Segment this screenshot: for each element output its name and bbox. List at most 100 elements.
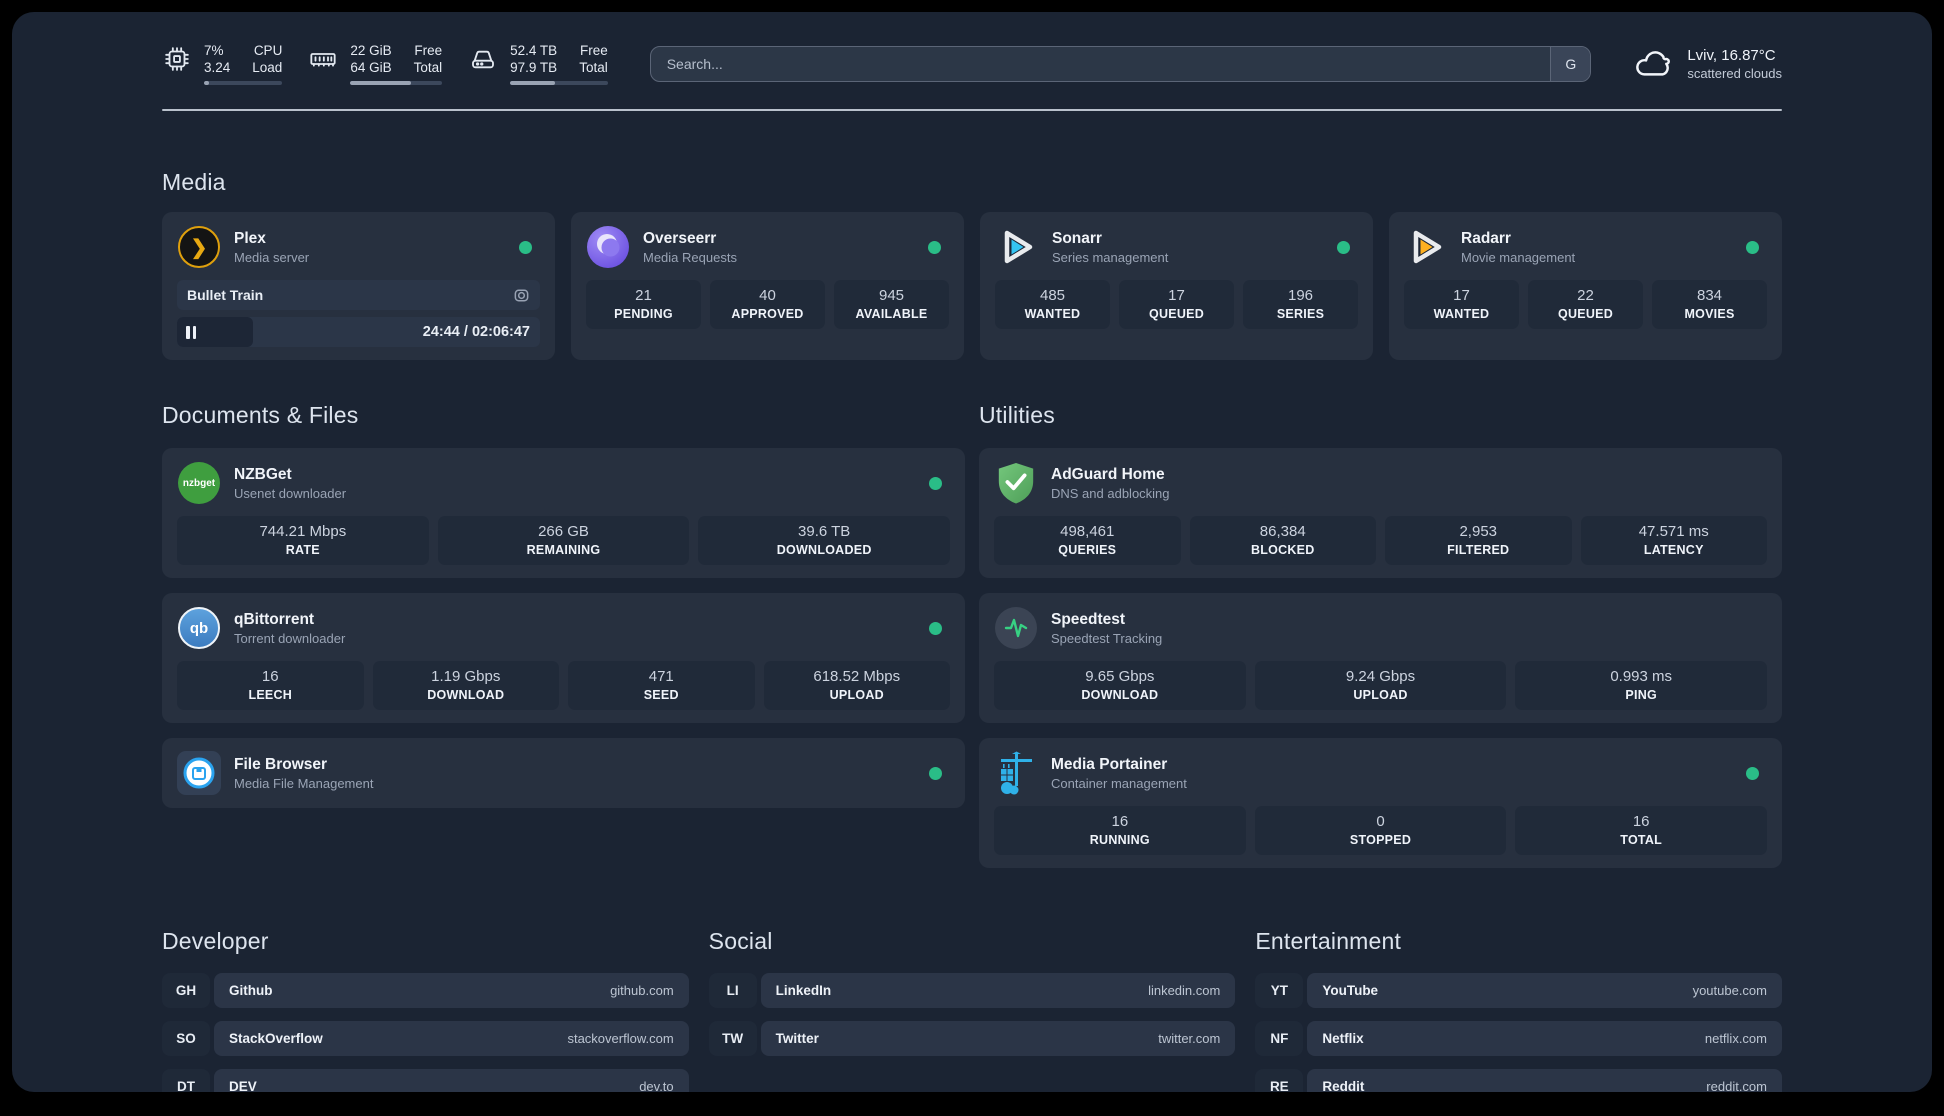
link-name: Reddit	[1322, 1079, 1365, 1092]
section-title-social: Social	[708, 928, 773, 954]
app-card-portainer[interactable]: Media Portainer Container management 16 …	[979, 738, 1782, 868]
stat-available: 945 AVAILABLE	[834, 280, 949, 329]
app-desc: Media File Management	[234, 775, 374, 791]
filebrowser-icon	[177, 751, 221, 795]
link-name: DEV	[229, 1079, 257, 1092]
media-grid: ❯ Plex Media server Bullet Train 24:44 /…	[162, 212, 1782, 360]
pause-button[interactable]	[186, 317, 196, 347]
link-linkedin[interactable]: LI LinkedIn linkedin.com	[708, 973, 1236, 1008]
cpu-load-label: Load	[252, 60, 283, 75]
ram-total: 64 GiB	[350, 60, 392, 75]
link-url: stackoverflow.com	[567, 1031, 674, 1046]
app-name: qBittorrent	[234, 610, 315, 628]
status-dot	[929, 476, 942, 490]
app-card-sonarr[interactable]: Sonarr Series management 485 WANTED 17 Q…	[980, 212, 1373, 360]
app-desc: Speedtest Tracking	[1051, 630, 1163, 646]
app-desc: Movie management	[1461, 249, 1576, 265]
stat-series: 196 SERIES	[1243, 280, 1358, 329]
link-reddit[interactable]: RE Reddit reddit.com	[1255, 1069, 1782, 1092]
system-stats: 7% 3.24 CPU Load 22 GiB 64 GiB Free Tota…	[162, 42, 608, 85]
link-url: dev.to	[639, 1079, 674, 1092]
link-url: reddit.com	[1706, 1079, 1767, 1092]
link-name: LinkedIn	[775, 983, 832, 998]
link-stackoverflow[interactable]: SO StackOverflow stackoverflow.com	[162, 1021, 689, 1056]
playback-time: 24:44 / 02:06:47	[422, 324, 530, 340]
app-card-radarr[interactable]: Radarr Movie management 17 WANTED 22 QUE…	[1389, 212, 1782, 360]
app-name: File Browser	[234, 755, 328, 773]
stat-running: 16 RUNNING	[994, 806, 1246, 855]
section-title-utilities: Utilities	[979, 402, 1055, 428]
stat-approved: 40 APPROVED	[710, 280, 825, 329]
app-card-adguard[interactable]: AdGuard Home DNS and adblocking 498,461 …	[979, 448, 1782, 578]
link-url: twitter.com	[1158, 1031, 1221, 1046]
nzbget-icon: nzbget	[177, 461, 221, 505]
status-dot	[519, 240, 532, 254]
link-tag: YT	[1255, 973, 1304, 1008]
app-name: Sonarr	[1052, 229, 1102, 247]
documents-column: Documents & Files nzbget NZBGet Usenet d…	[162, 402, 965, 808]
developer-section: Developer GH Github github.com SO StackO…	[162, 928, 689, 1092]
cloud-icon	[1633, 47, 1675, 81]
stat-ping: 0.993 ms PING	[1515, 661, 1768, 710]
weather-condition: scattered clouds	[1687, 65, 1782, 81]
search-engine-button[interactable]: G	[1550, 46, 1591, 81]
ram-progress-bar	[350, 81, 443, 85]
link-tag: SO	[162, 1021, 210, 1056]
stat-wanted: 17 WANTED	[1404, 280, 1519, 329]
social-section: Social LI LinkedIn linkedin.com TW Twitt…	[708, 928, 1236, 1056]
app-desc: Media Requests	[643, 249, 737, 265]
cpu-progress-bar	[204, 81, 283, 85]
stat-total: 16 TOTAL	[1515, 806, 1768, 855]
app-card-nzbget[interactable]: nzbget NZBGet Usenet downloader 744.21 M…	[162, 448, 965, 578]
app-name: AdGuard Home	[1051, 465, 1165, 483]
stat-pending: 21 PENDING	[586, 280, 701, 329]
app-card-speedtest[interactable]: Speedtest Speedtest Tracking 9.65 Gbps D…	[979, 593, 1782, 723]
stat-remaining: 266 GB REMAINING	[437, 516, 690, 565]
app-card-overseerr[interactable]: Overseerr Media Requests 21 PENDING 40 A…	[571, 212, 964, 360]
stat-seed: 471 SEED	[568, 661, 755, 710]
status-dot	[1337, 240, 1350, 254]
app-name: Speedtest	[1051, 610, 1126, 628]
app-card-filebrowser[interactable]: File Browser Media File Management	[162, 738, 965, 808]
link-youtube[interactable]: YT YouTube youtube.com	[1255, 973, 1782, 1008]
app-name: Plex	[234, 229, 266, 247]
stat-queries: 498,461 QUERIES	[994, 516, 1181, 565]
stat-queued: 17 QUEUED	[1119, 280, 1234, 329]
link-dev[interactable]: DT DEV dev.to	[162, 1069, 689, 1092]
app-card-plex[interactable]: ❯ Plex Media server Bullet Train 24:44 /…	[162, 212, 555, 360]
now-playing-title: Bullet Train	[187, 287, 264, 303]
link-netflix[interactable]: NF Netflix netflix.com	[1255, 1021, 1782, 1056]
entertainment-section: Entertainment YT YouTube youtube.com NF …	[1255, 928, 1782, 1092]
app-desc: Media server	[234, 249, 310, 265]
cpu-icon	[162, 44, 192, 74]
app-desc: Container management	[1051, 775, 1187, 791]
link-url: github.com	[610, 983, 674, 998]
stat-upload: 9.24 Gbps UPLOAD	[1254, 661, 1507, 710]
disk-total: 97.9 TB	[510, 60, 558, 75]
camera-icon[interactable]	[513, 287, 530, 304]
sonarr-icon	[995, 225, 1039, 269]
stat-upload: 618.52 Mbps UPLOAD	[763, 661, 950, 710]
ram-stat: 22 GiB 64 GiB Free Total	[308, 42, 443, 85]
link-name: Twitter	[775, 1031, 819, 1046]
link-github[interactable]: GH Github github.com	[162, 973, 689, 1008]
status-dot	[928, 240, 941, 254]
link-tag: TW	[708, 1021, 757, 1056]
disk-free: 52.4 TB	[510, 43, 558, 58]
search-input[interactable]	[650, 46, 1551, 81]
link-twitter[interactable]: TW Twitter twitter.com	[708, 1021, 1236, 1056]
app-card-qbittorrent[interactable]: qb qBittorrent Torrent downloader 16 LEE…	[162, 593, 965, 723]
disk-total-label: Total	[579, 60, 608, 75]
stat-download: 1.19 Gbps DOWNLOAD	[372, 661, 559, 710]
ram-free-label: Free	[414, 43, 443, 58]
stat-movies: 834 MOVIES	[1652, 280, 1767, 329]
stat-stopped: 0 STOPPED	[1254, 806, 1507, 855]
ram-total-label: Total	[413, 60, 443, 75]
disk-stat: 52.4 TB 97.9 TB Free Total	[468, 42, 608, 85]
link-name: Github	[229, 983, 273, 998]
link-tag: LI	[708, 973, 757, 1008]
link-tag: RE	[1255, 1069, 1304, 1092]
link-name: Netflix	[1322, 1031, 1364, 1046]
link-tag: GH	[162, 973, 210, 1008]
app-desc: Series management	[1052, 249, 1169, 265]
